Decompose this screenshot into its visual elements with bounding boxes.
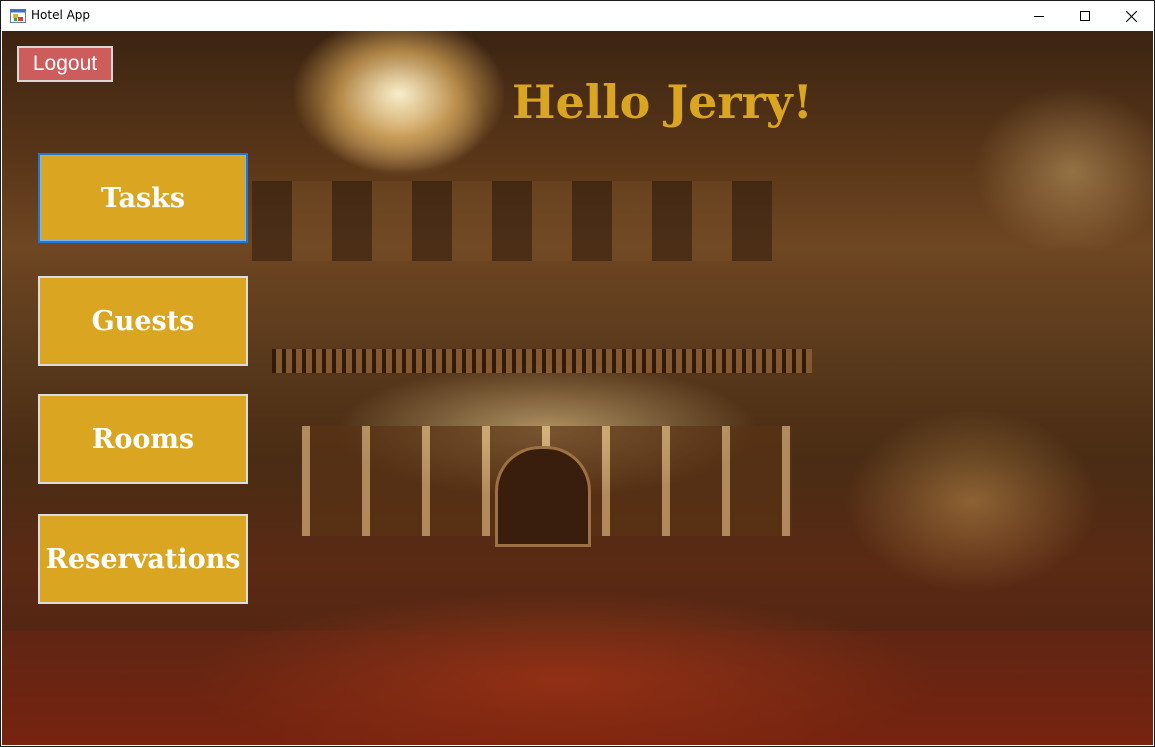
main-panel: Logout Hello Jerry! Tasks Guests Rooms R… (2, 31, 1153, 745)
close-icon (1125, 10, 1137, 22)
app-window: Hotel App Logout Hello Jerry! Tasks Gues… (0, 0, 1155, 747)
minimize-icon (1034, 16, 1044, 17)
minimize-button[interactable] (1016, 1, 1062, 31)
reservations-button[interactable]: Reservations (38, 514, 248, 604)
logout-button[interactable]: Logout (17, 46, 113, 82)
app-icon (10, 9, 26, 23)
maximize-icon (1080, 11, 1090, 21)
rooms-button[interactable]: Rooms (38, 394, 248, 484)
tasks-button[interactable]: Tasks (38, 153, 248, 243)
lobby-floor (2, 631, 1153, 745)
chandelier-image (294, 31, 504, 171)
balcony-railing (272, 349, 812, 373)
ceiling-decoration (252, 181, 772, 261)
close-button[interactable] (1108, 1, 1154, 31)
title-bar[interactable]: Hotel App (1, 1, 1154, 31)
lobby-door (495, 446, 591, 547)
greeting-title: Hello Jerry! (512, 75, 813, 129)
guests-button[interactable]: Guests (38, 276, 248, 366)
maximize-button[interactable] (1062, 1, 1108, 31)
window-title: Hotel App (31, 8, 91, 22)
